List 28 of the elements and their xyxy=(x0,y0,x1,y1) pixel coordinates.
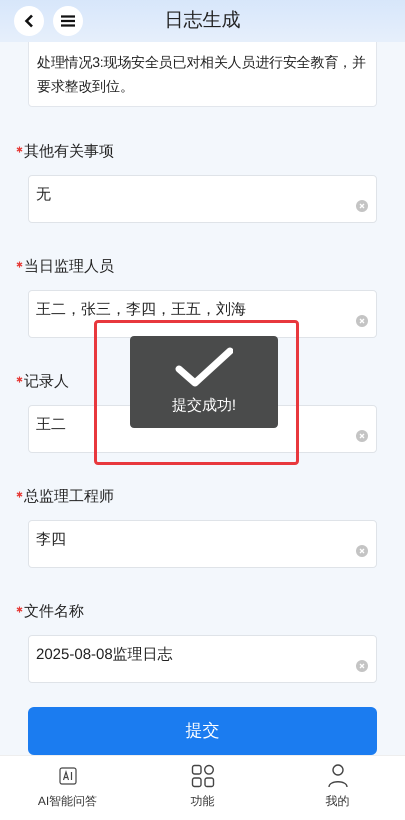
person-icon xyxy=(326,764,348,788)
menu-icon xyxy=(61,15,75,27)
check-icon xyxy=(175,346,233,387)
grid-icon xyxy=(190,764,214,788)
field-label: 总监理工程师 xyxy=(24,486,114,507)
text-field[interactable]: 李四 xyxy=(28,520,377,568)
tab-item[interactable]: 功能 xyxy=(135,756,270,820)
text-field[interactable]: 无 xyxy=(28,175,377,223)
notes-field[interactable]: 处理情况3:现场安全员已对相关人员进行安全教育，并要求整改到位。 xyxy=(28,41,377,107)
clear-icon[interactable] xyxy=(356,315,368,327)
field-label: 记录人 xyxy=(24,372,69,392)
text-field[interactable]: 王二，张三，李四，王五，刘海 xyxy=(28,290,377,338)
field-label: 当日监理人员 xyxy=(24,256,114,277)
field-label: 文件名称 xyxy=(24,602,84,622)
tab-item[interactable]: AI智能问答 xyxy=(0,756,135,820)
page-title: 日志生成 xyxy=(164,8,240,33)
clear-icon[interactable] xyxy=(356,200,368,212)
clear-icon[interactable] xyxy=(356,430,368,442)
back-button[interactable] xyxy=(14,6,44,36)
field-label: 其他有关事项 xyxy=(24,142,114,162)
submit-button[interactable]: 提交 xyxy=(28,707,377,755)
ai-icon xyxy=(58,766,76,784)
clear-icon[interactable] xyxy=(356,545,368,557)
tab-item[interactable]: 我的 xyxy=(270,756,405,820)
clear-icon[interactable] xyxy=(356,660,368,672)
text-field[interactable]: 2025-08-08监理日志 xyxy=(28,635,377,683)
back-icon xyxy=(24,14,34,28)
menu-button[interactable] xyxy=(53,6,83,36)
